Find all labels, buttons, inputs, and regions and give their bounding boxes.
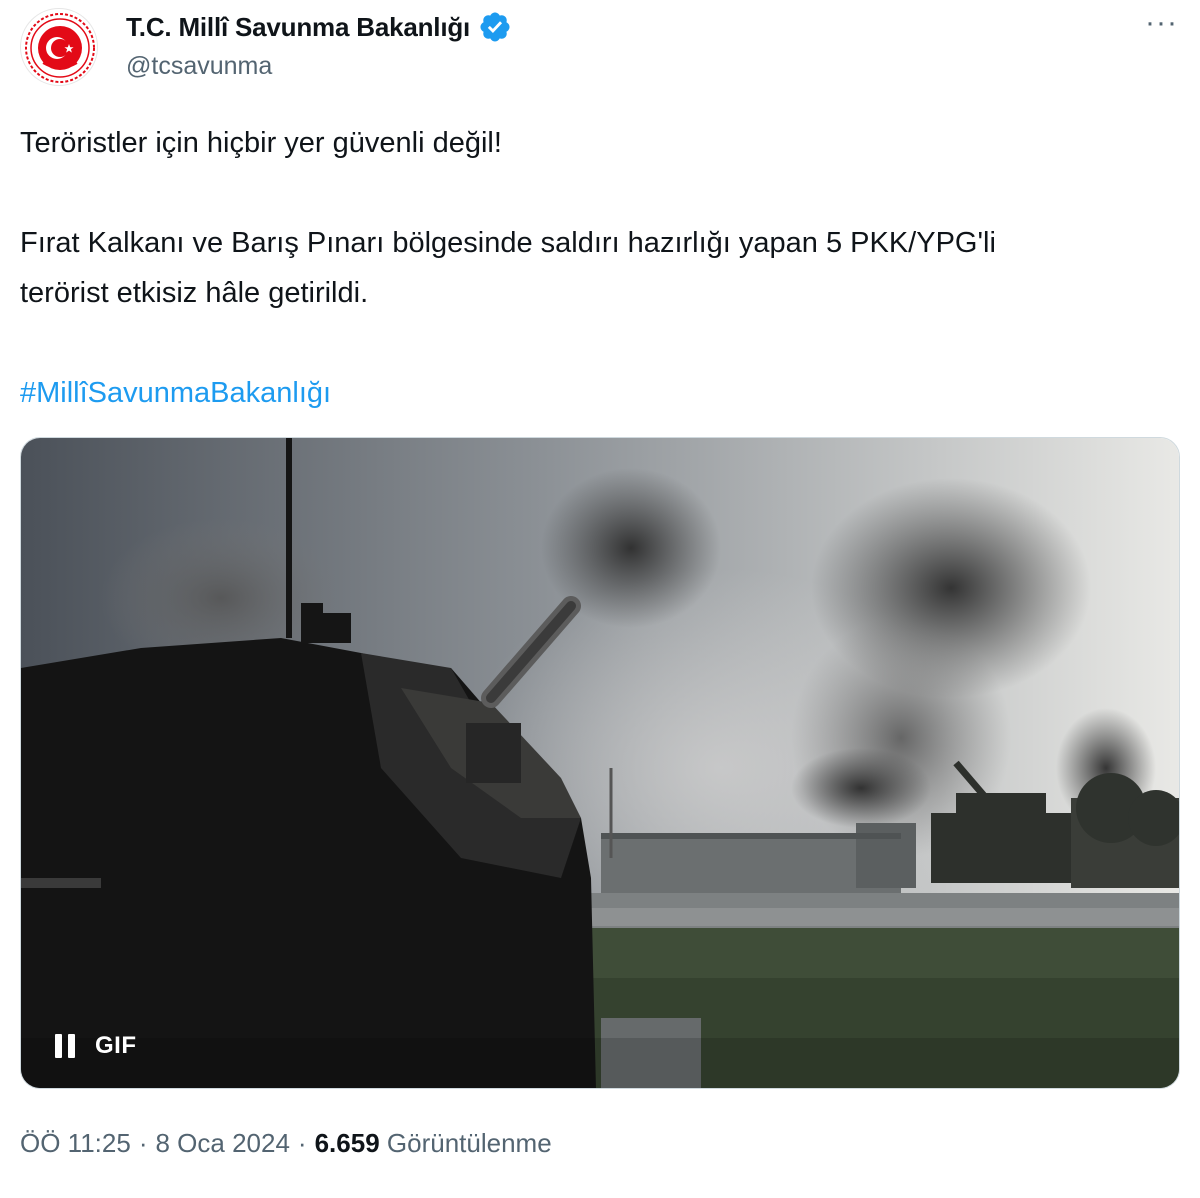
tweet-time[interactable]: ÖÖ 11:25 <box>20 1128 131 1158</box>
gif-media[interactable]: GIF <box>20 437 1180 1089</box>
tweet-date[interactable]: 8 Oca 2024 <box>155 1128 289 1158</box>
tweet-meta: ÖÖ 11:25 · 8 Oca 2024 · 6.659 Görüntülenme <box>20 1128 552 1159</box>
tweet-line-3: terörist etkisiz hâle getirildi. <box>20 277 369 309</box>
author-display-name[interactable]: T.C. Millî Savunma Bakanlığı <box>126 12 470 43</box>
views-label: Görüntülenme <box>386 1128 552 1158</box>
tweet-card: T.C. Millî Savunma Bakanlığı @tcsavunma … <box>0 0 1200 1198</box>
gif-badge: GIF <box>95 1032 137 1059</box>
verified-badge-icon <box>478 10 512 44</box>
author-avatar[interactable] <box>20 8 98 86</box>
tweet-line-1: Teröristler için hiçbir yer güvenli deği… <box>20 127 502 159</box>
meta-separator: · <box>297 1128 307 1158</box>
tweet-line-2: Fırat Kalkanı ve Barış Pınarı bölgesinde… <box>20 227 996 259</box>
hashtag-link[interactable]: #MillîSavunmaBakanlığı <box>20 377 331 409</box>
author-handle[interactable]: @tcsavunma <box>126 52 272 81</box>
pause-icon[interactable] <box>55 1034 75 1058</box>
ministry-emblem-icon <box>24 12 96 84</box>
more-options-icon[interactable]: ··· <box>1145 6 1178 40</box>
tweet-text: Teröristler için hiçbir yer güvenli deği… <box>20 118 1170 418</box>
artillery-scene-image <box>21 438 1179 1088</box>
views-count: 6.659 <box>314 1128 380 1158</box>
author-name-row: T.C. Millî Savunma Bakanlığı <box>126 10 512 44</box>
gif-controls: GIF <box>55 1032 137 1060</box>
meta-separator: · <box>138 1128 148 1158</box>
